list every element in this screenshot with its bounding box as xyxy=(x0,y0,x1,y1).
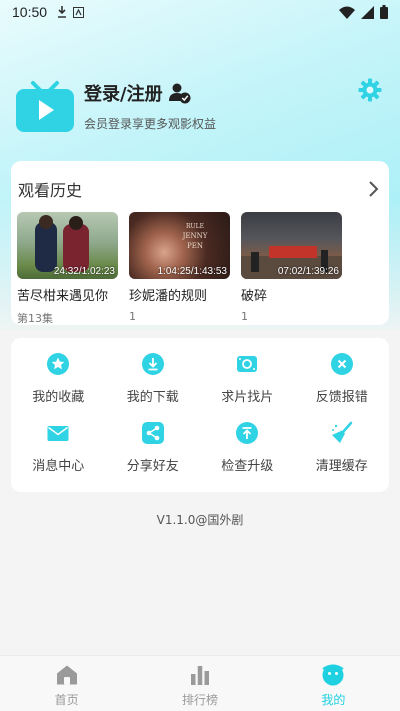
menu-item-share[interactable]: 分享好友 xyxy=(106,421,201,474)
video-title[interactable]: 苦尽柑来遇见你 xyxy=(17,285,118,304)
nav-label: 排行榜 xyxy=(181,693,218,707)
download-status-icon xyxy=(58,6,67,18)
broom-icon xyxy=(331,421,352,443)
member-subtitle: 会员登录享更多观影权益 xyxy=(84,117,217,131)
watch-history-card: 观看历史 24:32/1:02:23 苦尽柑来遇见你 第13集 RULE JEN… xyxy=(11,161,389,325)
menu-label: 清理缓存 xyxy=(315,459,368,474)
nav-item-home[interactable]: 首页 xyxy=(0,656,133,711)
close-circle-icon xyxy=(330,353,353,375)
signal-icon xyxy=(361,5,374,19)
menu-label: 消息中心 xyxy=(32,459,85,474)
svg-text:RULE: RULE xyxy=(186,223,204,230)
app-status-icon xyxy=(73,6,85,18)
history-item[interactable]: RULE JENNY PEN 1:04:25/1:43:53 珍妮潘的规则 1 xyxy=(129,212,230,326)
login-register-label[interactable]: 登录/注册 xyxy=(84,80,163,106)
video-title[interactable]: 珍妮潘的规则 xyxy=(129,285,230,304)
version-text: V1.1.0@国外剧 xyxy=(156,513,244,527)
history-item[interactable]: 24:32/1:02:23 苦尽柑来遇见你 第13集 xyxy=(17,212,118,326)
menu-label: 分享好友 xyxy=(126,459,179,474)
menu-item-messages[interactable]: 消息中心 xyxy=(11,421,106,474)
nav-item-ranking[interactable]: 排行榜 xyxy=(133,656,266,711)
episode-info: 1 xyxy=(241,310,248,323)
video-thumbnail[interactable]: RULE JENNY PEN 1:04:25/1:43:53 xyxy=(129,212,230,279)
nav-label: 我的 xyxy=(321,693,346,707)
menu-item-favorites[interactable]: 我的收藏 xyxy=(11,352,106,405)
wifi-icon xyxy=(339,6,355,19)
chevron-right-icon[interactable] xyxy=(365,180,381,198)
play-progress: 07:02/1:39:26 xyxy=(277,266,339,277)
nav-label: 首页 xyxy=(54,693,79,707)
mail-icon xyxy=(47,426,69,441)
menu-label: 反馈报错 xyxy=(315,390,368,405)
bottom-nav: 首页 排行榜 我的 xyxy=(0,655,400,711)
menu-label: 我的下载 xyxy=(126,390,179,405)
battery-icon xyxy=(380,5,388,19)
menu-label: 求片找片 xyxy=(221,390,274,405)
episode-info: 第13集 xyxy=(17,312,53,325)
status-bar: 10:50 xyxy=(0,0,400,24)
home-icon xyxy=(56,665,77,685)
menu-item-clear-cache[interactable]: 清理缓存 xyxy=(295,421,390,474)
film-search-icon xyxy=(237,356,258,372)
ranking-icon xyxy=(190,666,209,685)
watch-history-title: 观看历史 xyxy=(18,181,83,200)
watch-history-header[interactable]: 观看历史 xyxy=(11,161,389,217)
user-verified-icon xyxy=(168,83,191,104)
play-progress: 1:04:25/1:43:53 xyxy=(157,266,227,277)
profile-header[interactable]: 登录/注册 会员登录享更多观影权益 xyxy=(16,80,216,132)
svg-text:JENNY: JENNY xyxy=(182,232,208,240)
status-time: 10:50 xyxy=(12,4,48,20)
video-thumbnail[interactable]: 07:02/1:39:26 xyxy=(241,212,342,279)
menu-label: 检查升级 xyxy=(221,459,274,474)
video-thumbnail[interactable]: 24:32/1:02:23 xyxy=(17,212,118,279)
star-icon xyxy=(47,353,70,375)
menu-item-feedback[interactable]: 反馈报错 xyxy=(295,352,390,405)
svg-text:PEN: PEN xyxy=(187,242,203,250)
tv-logo-icon xyxy=(16,81,74,132)
upgrade-icon xyxy=(236,422,259,444)
menu-item-downloads[interactable]: 我的下载 xyxy=(106,352,201,405)
episode-info: 1 xyxy=(129,310,136,323)
watch-history-list: 24:32/1:02:23 苦尽柑来遇见你 第13集 RULE JENNY PE… xyxy=(11,212,389,326)
menu-item-request-film[interactable]: 求片找片 xyxy=(200,352,295,405)
download-icon xyxy=(141,353,164,375)
menu-item-check-update[interactable]: 检查升级 xyxy=(200,421,295,474)
mine-icon xyxy=(322,664,344,686)
menu-label: 我的收藏 xyxy=(32,390,85,405)
history-item[interactable]: 07:02/1:39:26 破碎 1 xyxy=(241,212,342,326)
nav-item-mine[interactable]: 我的 xyxy=(267,656,400,711)
video-title[interactable]: 破碎 xyxy=(241,285,342,304)
settings-gear-icon[interactable] xyxy=(358,78,382,102)
feature-menu-card: 我的收藏 我的下载 求片找片 反馈报错 消息中心 分享好友 检查升级 清理缓存 xyxy=(11,338,389,492)
play-progress: 24:32/1:02:23 xyxy=(53,266,115,277)
share-icon xyxy=(141,422,164,444)
feature-menu-grid: 我的收藏 我的下载 求片找片 反馈报错 消息中心 分享好友 检查升级 清理缓存 xyxy=(11,352,389,474)
